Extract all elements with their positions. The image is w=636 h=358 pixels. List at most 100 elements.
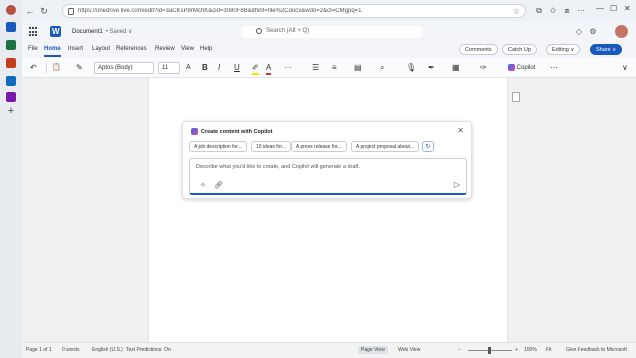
feedback-link[interactable]: Give Feedback to Microsoft [566, 347, 627, 353]
extensions-icon[interactable]: ⧉ [534, 6, 544, 16]
close-icon[interactable]: ✕ [457, 126, 464, 135]
word-app-icon[interactable] [6, 22, 16, 32]
sparkle-prompts-icon[interactable]: ✧ [200, 181, 206, 189]
styles-icon[interactable]: ▤ [354, 63, 362, 73]
tab-references[interactable]: References [116, 46, 147, 52]
italic-button[interactable]: I [218, 63, 220, 73]
favorites-icon[interactable]: ✩ [548, 6, 558, 16]
refresh-button[interactable]: ↻ [39, 6, 49, 16]
bold-button[interactable]: B [202, 63, 208, 73]
editing-mode-button[interactable]: Editing ∨ [546, 44, 581, 55]
highlight-icon[interactable]: ✐ [252, 63, 259, 75]
save-status: • Saved ∨ [105, 29, 133, 35]
minimize-icon[interactable]: — [596, 4, 604, 13]
font-size-select[interactable]: 11 [158, 62, 180, 74]
copilot-prompt-input[interactable]: Describe what you'd like to create, and … [189, 158, 467, 195]
user-avatar[interactable] [615, 25, 628, 38]
find-icon[interactable]: ⌕ [380, 63, 384, 73]
copilot-dialog: Create content with Copilot ✕ A job desc… [182, 121, 472, 199]
drawing-icon[interactable]: ✑ [480, 63, 487, 73]
maximize-icon[interactable]: ☐ [610, 4, 617, 13]
status-bar: Page 1 of 1 0 words English (U.S.) Text … [22, 342, 636, 358]
ribbon-collapse-icon[interactable]: ∨ [622, 63, 628, 73]
suggestion-chip[interactable]: A press release for... [291, 141, 347, 152]
toolbar-divider [46, 63, 47, 73]
search-placeholder: Search (Alt + Q) [266, 28, 310, 34]
settings-gear-icon[interactable]: ⚙ [588, 27, 598, 37]
tab-layout[interactable]: Layout [92, 46, 110, 52]
copilot-button[interactable]: Copilot [508, 63, 535, 73]
catch-up-button[interactable]: Catch Up [502, 44, 537, 55]
tab-help[interactable]: Help [200, 46, 212, 52]
diamond-icon[interactable]: ◇ [574, 27, 584, 37]
margin-marker [512, 92, 520, 102]
refresh-suggestions-icon[interactable]: ↻ [422, 141, 434, 152]
outlook-app-icon[interactable] [6, 76, 16, 86]
send-icon[interactable]: ▷ [454, 180, 460, 189]
underline-button[interactable]: U [234, 63, 240, 73]
app-launcher-icon[interactable] [29, 27, 39, 37]
collections-icon[interactable]: ⧈ [562, 6, 572, 16]
suggestion-chip[interactable]: A job description for... [189, 141, 247, 152]
document-canvas [22, 78, 636, 342]
more-format-icon[interactable]: ··· [284, 63, 292, 73]
undo-icon[interactable]: ↶ [30, 63, 37, 73]
page-count: Page 1 of 1 [26, 347, 52, 353]
home-toolbar: ↶ 📋 ✎ Aptos (Body) 11 A B I U ✐ A ··· ☰ … [22, 58, 636, 78]
share-button[interactable]: Share ∨ [590, 44, 623, 55]
zoom-slider-thumb[interactable] [488, 347, 491, 354]
editor-icon[interactable]: ✒ [428, 63, 435, 73]
font-name-select[interactable]: Aptos (Body) [94, 62, 154, 74]
powerpoint-app-icon[interactable] [6, 58, 16, 68]
excel-app-icon[interactable] [6, 40, 16, 50]
align-icon[interactable]: ≡ [332, 63, 337, 73]
paste-icon[interactable]: 📋 [52, 63, 61, 73]
page-view-button[interactable]: Page View [358, 346, 388, 354]
bullets-icon[interactable]: ☰ [312, 63, 319, 73]
search-icon [256, 28, 262, 34]
url-text[interactable]: https://onedrive.live.com/edit?id=3aCKsP… [78, 8, 508, 14]
lock-icon [68, 8, 74, 15]
browser-menu-icon[interactable]: ⋯ [576, 6, 586, 16]
prompt-placeholder: Describe what you'd like to create, and … [196, 164, 360, 170]
word-header: Document1• Saved ∨ Search (Alt + Q) ◇ ⚙ [22, 22, 636, 42]
zoom-out-icon[interactable]: − [458, 347, 461, 353]
favorite-star-icon[interactable]: ☆ [513, 7, 520, 16]
word-count: 0 words [62, 347, 80, 353]
document-page[interactable] [148, 78, 508, 342]
search-input[interactable]: Search (Alt + Q) [242, 26, 422, 38]
document-title[interactable]: Document1 • Saved ∨ [72, 28, 133, 35]
more-options-icon[interactable]: ⋯ [550, 63, 558, 73]
font-color-icon[interactable]: A [266, 63, 272, 75]
zoom-in-icon[interactable]: + [515, 347, 518, 353]
tab-insert[interactable]: Insert [68, 46, 83, 52]
attach-icon[interactable]: 🔗︎ [214, 181, 223, 189]
copilot-icon [508, 63, 515, 71]
suggestion-chip[interactable]: 10 ideas for... [251, 141, 292, 152]
ribbon-tabs: File Home Insert Layout References Revie… [22, 42, 636, 58]
onenote-app-icon[interactable] [6, 92, 16, 102]
zoom-level[interactable]: 100% [524, 347, 537, 353]
comments-button[interactable]: Comments [459, 44, 498, 55]
document-name: Document1 [72, 29, 103, 35]
tab-home[interactable]: Home [44, 46, 61, 57]
address-bar[interactable]: https://onedrive.live.com/edit?id=3aCKsP… [62, 4, 526, 18]
tab-review[interactable]: Review [155, 46, 175, 52]
tab-view[interactable]: View [181, 46, 194, 52]
fit-button[interactable]: Fit [546, 347, 552, 353]
grow-font-icon[interactable]: A [186, 63, 191, 73]
add-app-icon[interactable]: + [5, 105, 17, 117]
tab-file[interactable]: File [28, 46, 38, 52]
language-status[interactable]: English (U.S.) [92, 347, 123, 353]
format-painter-icon[interactable]: ✎ [76, 63, 83, 73]
close-window-icon[interactable]: ✕ [624, 4, 631, 13]
browser-profile-avatar[interactable] [6, 5, 16, 15]
dictate-icon[interactable]: 🎙 [406, 63, 416, 73]
copilot-title: Create content with Copilot [201, 129, 273, 135]
suggestion-chip[interactable]: A project proposal about... [351, 141, 420, 152]
word-logo-icon [50, 26, 61, 37]
text-predictions-status[interactable]: Text Predictions: On [126, 347, 171, 353]
back-button[interactable]: ← [25, 6, 35, 16]
web-view-button[interactable]: Web View [398, 347, 420, 353]
designer-icon[interactable]: ▦ [452, 63, 460, 73]
